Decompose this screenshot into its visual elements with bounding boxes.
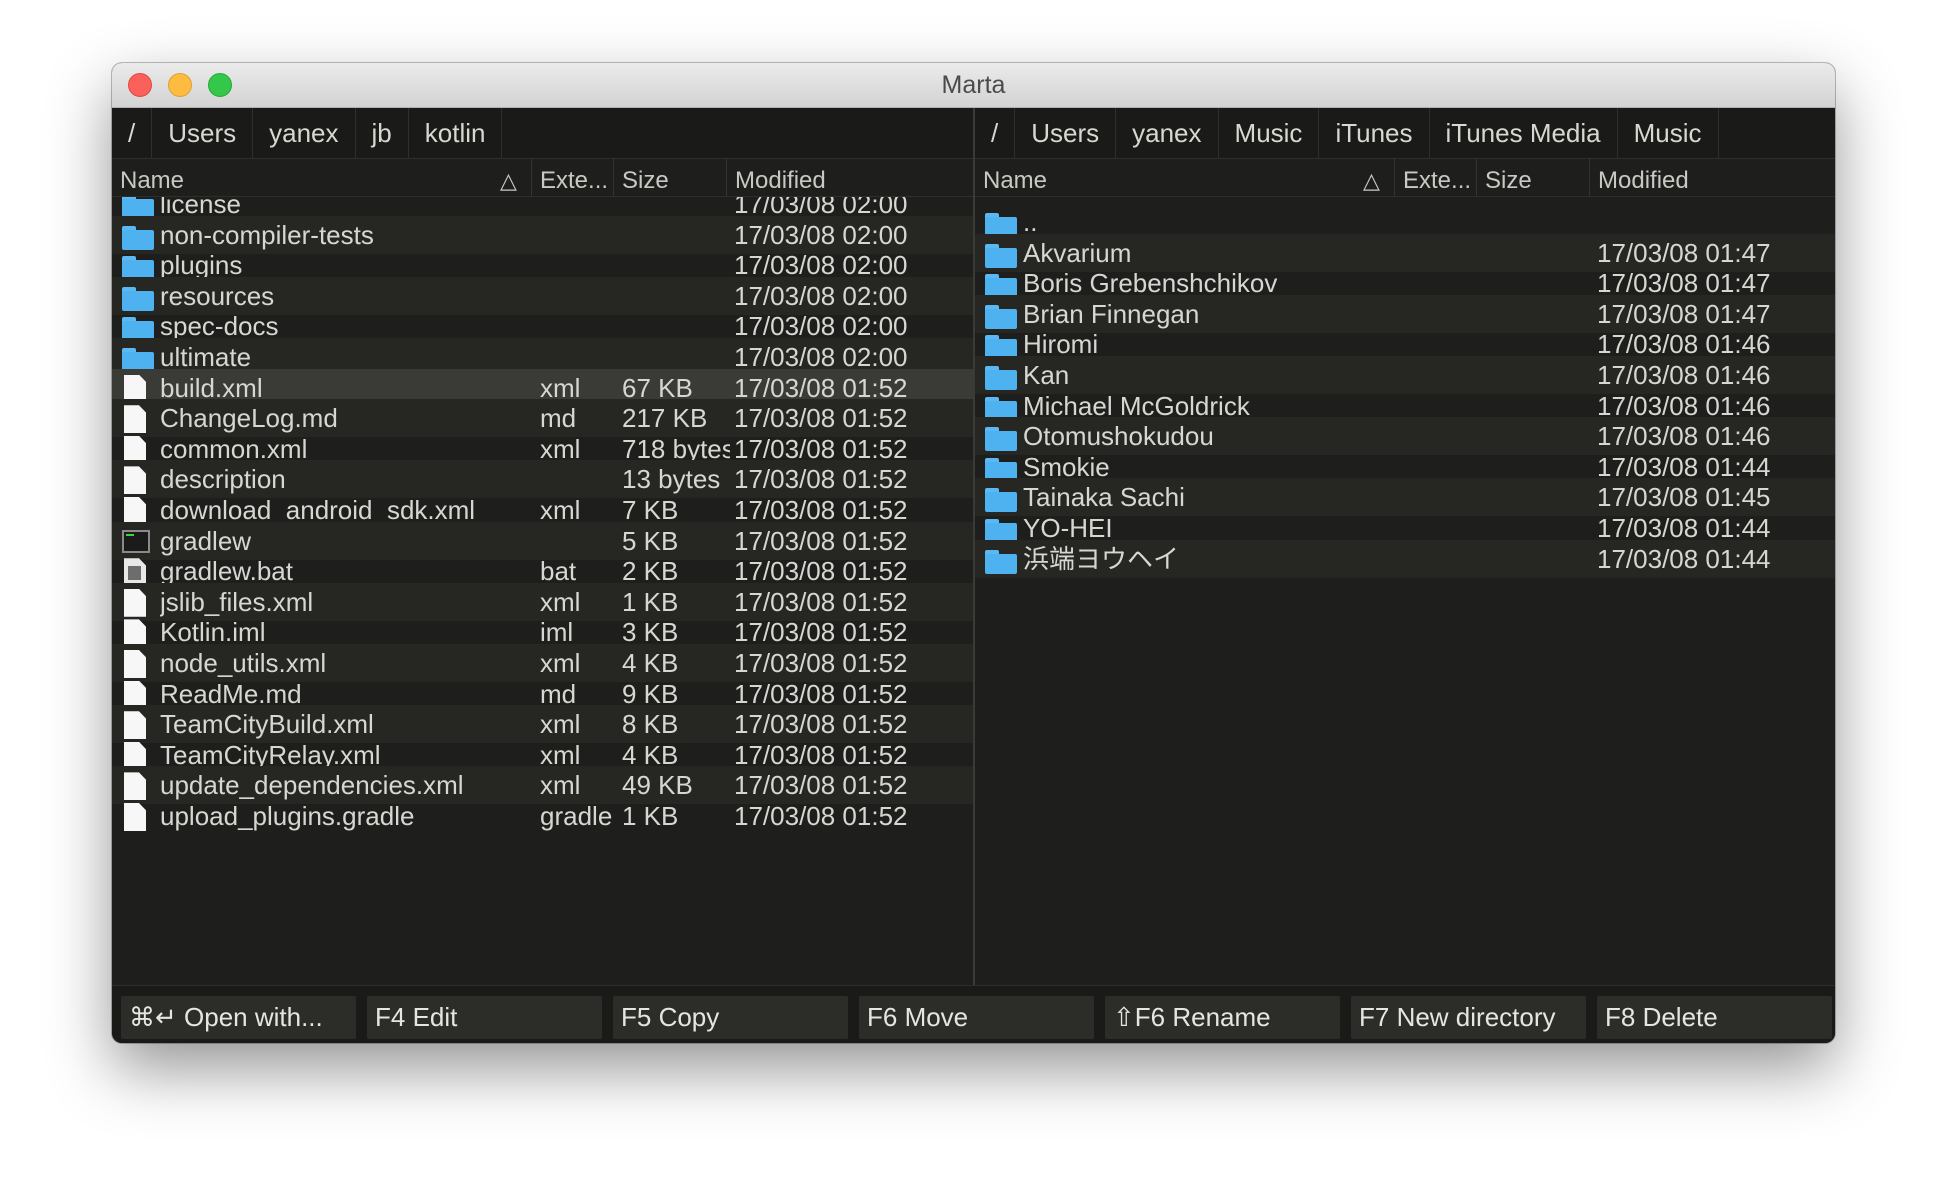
file-name: 浜端ヨウヘイ bbox=[1023, 543, 1180, 574]
left-breadcrumb: / Users yanex jb kotlin bbox=[112, 108, 973, 159]
open-with-button[interactable]: ⌘↵ Open with... bbox=[121, 996, 356, 1039]
file-modified: 17/03/08 01:44 bbox=[1597, 543, 1771, 574]
delete-button[interactable]: F8 Delete bbox=[1597, 996, 1832, 1039]
column-header-size[interactable]: Size bbox=[1477, 158, 1590, 196]
breadcrumb-item[interactable]: yanex bbox=[1116, 108, 1219, 158]
column-header-modified[interactable]: Modified bbox=[1590, 158, 1835, 196]
function-key-bar: ⌘↵ Open with... F4 Edit F5 Copy F6 Move ⇧F6 … bbox=[112, 985, 1835, 1043]
file-modified: 17/03/08 01:52 bbox=[734, 801, 908, 831]
file-row[interactable]: 浜端ヨウヘイ 17/03/08 01:44 bbox=[975, 539, 1835, 578]
file-size: 1 KB bbox=[622, 801, 679, 831]
window-title: Marta bbox=[941, 71, 1006, 99]
file-extension: gradle bbox=[540, 801, 613, 831]
title-bar[interactable]: Marta bbox=[112, 63, 1835, 108]
rename-button[interactable]: ⇧F6 Rename bbox=[1105, 996, 1340, 1039]
move-button[interactable]: F6 Move bbox=[859, 996, 1094, 1039]
breadcrumb-item[interactable]: jb bbox=[356, 108, 409, 158]
left-file-list[interactable]: license 17/03/08 02:00 non-compiler-tests 1… bbox=[112, 197, 973, 985]
folder-icon bbox=[985, 549, 1017, 574]
column-header-extension[interactable]: Exte... bbox=[1395, 158, 1477, 196]
edit-button[interactable]: F4 Edit bbox=[367, 996, 602, 1039]
breadcrumb-item[interactable]: Users bbox=[152, 108, 254, 158]
right-column-headers: Name △ Exte... Size Modified bbox=[975, 158, 1835, 197]
breadcrumb-item[interactable]: Music bbox=[1219, 108, 1320, 158]
file-icon bbox=[124, 803, 146, 831]
breadcrumb-item[interactable]: / bbox=[112, 108, 153, 158]
right-file-list[interactable]: .. Akvarium 17/03/08 01:47 Boris Grebenshch… bbox=[975, 197, 1835, 985]
file-row[interactable]: upload_plugins.gradle gradle 1 KB 17/03/08 … bbox=[112, 797, 973, 835]
breadcrumb-item[interactable]: kotlin bbox=[409, 108, 503, 158]
file-extension bbox=[1403, 540, 1479, 578]
left-column-headers: Name △ Exte... Size Modified bbox=[112, 158, 973, 197]
copy-button[interactable]: F5 Copy bbox=[613, 996, 848, 1039]
column-header-modified[interactable]: Modified bbox=[727, 158, 973, 196]
breadcrumb-item[interactable]: yanex bbox=[253, 108, 356, 158]
right-file-panel[interactable]: / Users yanex Music iTunes iTunes Media Music … bbox=[975, 108, 1835, 985]
right-breadcrumb: / Users yanex Music iTunes iTunes Media Music bbox=[975, 108, 1835, 159]
terminal-icon bbox=[122, 529, 150, 553]
column-header-name[interactable]: Name bbox=[975, 158, 1395, 196]
breadcrumb-item[interactable]: iTunes Media bbox=[1430, 108, 1618, 158]
column-header-name[interactable]: Name bbox=[112, 158, 532, 196]
breadcrumb-item[interactable]: / bbox=[975, 108, 1016, 158]
column-header-extension[interactable]: Exte... bbox=[532, 158, 614, 196]
column-header-size[interactable]: Size bbox=[614, 158, 727, 196]
breadcrumb-item[interactable]: Music bbox=[1618, 108, 1719, 158]
breadcrumb-item[interactable]: Users bbox=[1015, 108, 1117, 158]
new-directory-button[interactable]: F7 New directory bbox=[1351, 996, 1586, 1039]
breadcrumb-item[interactable]: iTunes bbox=[1319, 108, 1430, 158]
left-file-panel[interactable]: / Users yanex jb kotlin Name △ Exte... Size … bbox=[112, 108, 975, 985]
app-window: Marta / Users yanex jb kotlin Name △ Exte...… bbox=[112, 63, 1835, 1043]
file-name: upload_plugins.gradle bbox=[160, 801, 415, 831]
file-size bbox=[1485, 540, 1593, 578]
